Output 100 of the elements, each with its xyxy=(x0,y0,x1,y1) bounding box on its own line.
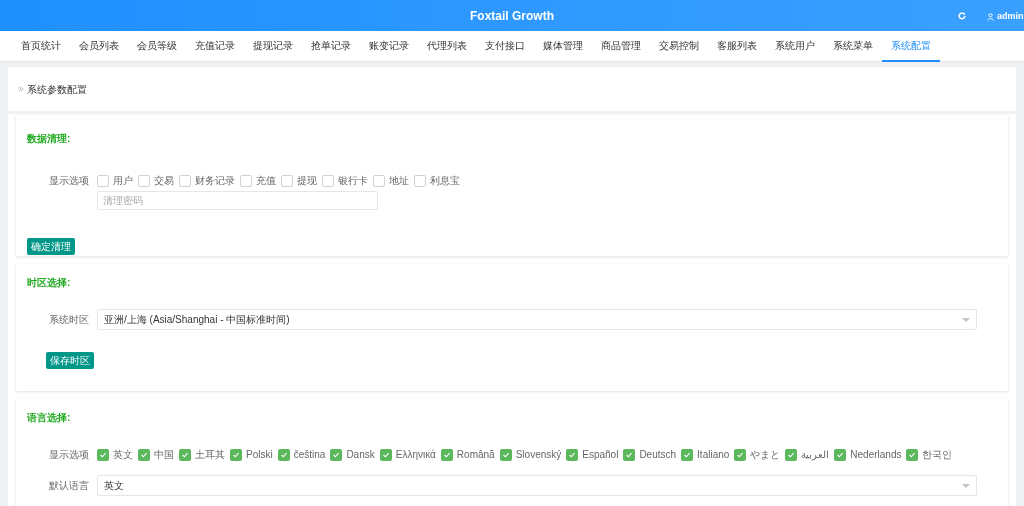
refresh-icon[interactable] xyxy=(958,12,966,20)
nav-tab[interactable]: 充值记录 xyxy=(186,31,244,62)
select-value: 亚洲/上海 (Asia/Shanghai - 中国标准时间) xyxy=(104,313,291,327)
checkbox[interactable] xyxy=(734,448,747,461)
checkbox[interactable] xyxy=(281,174,293,187)
check-icon xyxy=(836,450,845,459)
user-icon xyxy=(987,12,994,21)
checkbox[interactable] xyxy=(373,174,385,187)
option-label: Română xyxy=(456,448,495,462)
option-label: 利息宝 xyxy=(430,174,460,188)
check-icon xyxy=(279,450,288,459)
app-title: Foxtail Growth xyxy=(470,7,554,25)
checkbox[interactable] xyxy=(277,448,290,461)
section-title: 时区选择: xyxy=(27,277,72,289)
nav-tab[interactable]: 系统用户 xyxy=(766,31,824,62)
double-chevron-icon xyxy=(18,86,24,92)
nav-tab[interactable]: 客服列表 xyxy=(708,31,766,62)
check-icon xyxy=(232,450,240,459)
nav-tab[interactable]: 支付接口 xyxy=(476,31,534,62)
checkbox[interactable] xyxy=(681,448,694,461)
option-label: 提现 xyxy=(297,174,317,188)
option-label: Italiano xyxy=(697,448,730,462)
checkbox[interactable] xyxy=(440,448,453,461)
checkbox[interactable] xyxy=(379,448,392,461)
field-label: 默认语言 xyxy=(48,479,90,493)
checkbox[interactable] xyxy=(414,174,426,187)
option-label: 英文 xyxy=(113,448,133,462)
check-icon xyxy=(736,450,745,459)
checkbox[interactable] xyxy=(322,174,334,187)
nav-tab[interactable]: 系统菜单 xyxy=(824,31,882,62)
nav-tab[interactable]: 交易控制 xyxy=(650,31,708,62)
option-label: Español xyxy=(582,448,619,462)
checkbox[interactable] xyxy=(97,448,109,461)
panel-title: 系统参数配置 xyxy=(27,82,87,97)
option-label: 交易 xyxy=(154,174,174,188)
nav-tab[interactable]: 会员等级 xyxy=(128,31,186,62)
check-icon xyxy=(99,450,107,459)
option-label: 用户 xyxy=(113,174,133,188)
checkbox[interactable] xyxy=(499,448,512,461)
check-icon xyxy=(908,450,917,459)
checkbox[interactable] xyxy=(179,174,191,187)
caret-icon xyxy=(962,317,970,322)
check-icon xyxy=(568,450,577,459)
option-label: Ελληνικά xyxy=(395,448,436,462)
option-label: 银行卡 xyxy=(338,174,368,188)
section-title: 数据清理: xyxy=(27,133,72,145)
check-icon xyxy=(442,450,451,459)
action-button[interactable]: 保存时区 xyxy=(46,352,94,369)
nav-tab[interactable]: 媒体管理 xyxy=(534,31,592,62)
nav-tab[interactable]: 会员列表 xyxy=(70,31,128,62)
option-label: Dansk xyxy=(346,448,375,462)
section-title: 语言选择: xyxy=(27,412,72,424)
check-icon xyxy=(332,450,341,459)
option-label: 财务记录 xyxy=(195,174,235,188)
option-label: Nederlands xyxy=(850,448,902,462)
option-label: Polski xyxy=(246,448,273,462)
checkbox[interactable] xyxy=(230,448,242,461)
language-select[interactable]: 英文 xyxy=(97,475,977,496)
nav-tab[interactable]: 首页统计 xyxy=(12,31,70,62)
checkbox[interactable] xyxy=(97,174,109,187)
checkbox[interactable] xyxy=(785,448,798,461)
nav-tab[interactable]: 账变记录 xyxy=(360,31,418,62)
nav-tab[interactable]: 代理列表 xyxy=(418,31,476,62)
check-icon xyxy=(501,450,510,459)
field-label: 显示选项 xyxy=(48,448,90,462)
option-label: やまと xyxy=(750,448,781,462)
option-label: 한국인 xyxy=(922,448,953,462)
nav-tab[interactable]: 抢单记录 xyxy=(302,31,360,62)
checkbox[interactable] xyxy=(138,448,150,461)
checkbox[interactable] xyxy=(834,448,847,461)
password-field[interactable]: 清理密码 xyxy=(97,191,378,210)
option-label: Slovenský xyxy=(515,448,562,462)
option-label: 土耳其 xyxy=(195,448,225,462)
option-label: Deutsch xyxy=(639,448,677,462)
option-label: 充值 xyxy=(256,174,276,188)
checkbox[interactable] xyxy=(906,448,919,461)
option-label: 中国 xyxy=(154,448,174,462)
check-icon xyxy=(381,450,390,459)
checkbox[interactable] xyxy=(330,448,343,461)
option-label: 地址 xyxy=(389,174,409,188)
option-label: العربية xyxy=(801,448,830,462)
checkbox[interactable] xyxy=(623,448,636,461)
check-icon xyxy=(140,450,148,459)
checkbox[interactable] xyxy=(179,448,191,461)
checkbox[interactable] xyxy=(240,174,252,187)
nav-tab[interactable]: 提现记录 xyxy=(244,31,302,62)
option-label: čeština xyxy=(293,448,326,462)
checkbox[interactable] xyxy=(138,174,150,187)
action-button[interactable]: 确定清理 xyxy=(27,238,75,255)
caret-icon xyxy=(962,483,970,488)
timezone-select[interactable]: 亚洲/上海 (Asia/Shanghai - 中国标准时间) xyxy=(97,309,977,330)
check-icon xyxy=(625,450,634,459)
check-icon xyxy=(683,450,692,459)
checkbox[interactable] xyxy=(566,448,579,461)
nav-tab[interactable]: 商品管理 xyxy=(592,31,650,62)
check-icon xyxy=(787,450,796,459)
field-label: 系统时区 xyxy=(48,313,90,327)
select-value: 英文 xyxy=(104,479,125,493)
field-label: 显示选项 xyxy=(48,174,90,188)
check-icon xyxy=(181,450,189,459)
